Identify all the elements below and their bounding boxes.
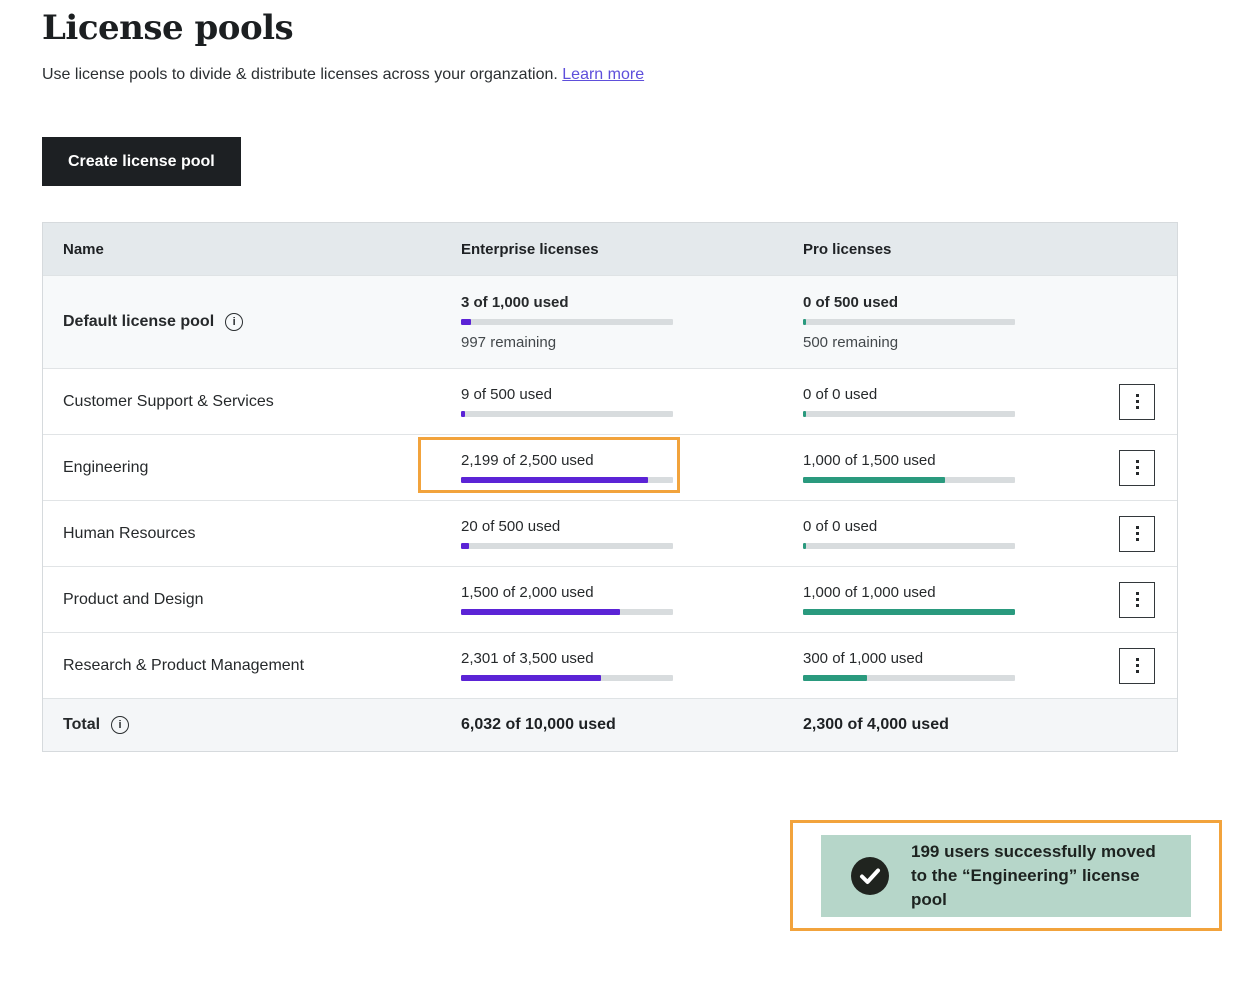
enterprise-usage-cell: 2,199 of 2,500 used bbox=[441, 452, 783, 483]
enterprise-usage-label: 2,301 of 3,500 used bbox=[461, 650, 783, 667]
pool-name: Human Resources bbox=[63, 525, 196, 543]
pool-name: Research & Product Management bbox=[63, 657, 304, 675]
column-header-name: Name bbox=[43, 241, 441, 258]
enterprise-usage-bar bbox=[461, 675, 673, 681]
total-enterprise-value: 6,032 of 10,000 used bbox=[441, 716, 783, 734]
table-row-engineering: Engineering 2,199 of 2,500 used 1,000 of… bbox=[43, 434, 1177, 500]
table-row-research-product-mgmt: Research & Product Management 2,301 of 3… bbox=[43, 632, 1177, 698]
row-actions-kebab-button[interactable] bbox=[1119, 516, 1155, 552]
enterprise-usage-bar bbox=[461, 411, 673, 417]
toast-message: 199 users successfully moved to the “Eng… bbox=[911, 840, 1173, 912]
pro-usage-bar bbox=[803, 319, 1015, 325]
success-toast: 199 users successfully moved to the “Eng… bbox=[821, 835, 1191, 917]
enterprise-usage-bar bbox=[461, 477, 673, 483]
total-label: Total bbox=[63, 716, 100, 734]
column-header-enterprise: Enterprise licenses bbox=[441, 241, 783, 258]
info-icon[interactable]: i bbox=[225, 313, 243, 331]
enterprise-usage-label: 1,500 of 2,000 used bbox=[461, 584, 783, 601]
row-actions-kebab-button[interactable] bbox=[1119, 384, 1155, 420]
pool-name: Product and Design bbox=[63, 591, 204, 609]
create-license-pool-button[interactable]: Create license pool bbox=[42, 137, 241, 186]
page-subtitle: Use license pools to divide & distribute… bbox=[42, 66, 644, 84]
pro-usage-bar bbox=[803, 675, 1015, 681]
pro-usage-bar bbox=[803, 609, 1015, 615]
total-pro-value: 2,300 of 4,000 used bbox=[783, 716, 1093, 734]
pool-name: Default license pool bbox=[63, 313, 214, 331]
enterprise-usage-bar-fill bbox=[461, 319, 471, 325]
enterprise-usage-bar-fill bbox=[461, 477, 648, 483]
pro-usage-label: 0 of 0 used bbox=[803, 518, 1093, 535]
pro-usage-bar-fill bbox=[803, 319, 806, 325]
pro-usage-bar bbox=[803, 477, 1015, 483]
enterprise-usage-bar-fill bbox=[461, 675, 601, 681]
enterprise-usage-label: 2,199 of 2,500 used bbox=[461, 452, 783, 469]
pro-usage-cell: 1,000 of 1,000 used bbox=[783, 584, 1093, 615]
table-row-default-pool: Default license pool i 3 of 1,000 used 9… bbox=[43, 275, 1177, 368]
enterprise-usage-cell: 2,301 of 3,500 used bbox=[441, 650, 783, 681]
pro-usage-bar bbox=[803, 543, 1015, 549]
pool-name: Customer Support & Services bbox=[63, 393, 274, 411]
learn-more-link[interactable]: Learn more bbox=[562, 66, 644, 83]
pro-usage-bar-fill bbox=[803, 609, 1015, 615]
row-actions-kebab-button[interactable] bbox=[1119, 582, 1155, 618]
pro-usage-label: 300 of 1,000 used bbox=[803, 650, 1093, 667]
page-title: License pools bbox=[42, 8, 293, 48]
enterprise-usage-label: 3 of 1,000 used bbox=[461, 294, 783, 311]
pro-usage-bar-fill bbox=[803, 675, 867, 681]
pro-remaining-label: 500 remaining bbox=[803, 334, 1093, 351]
pool-name: Engineering bbox=[63, 459, 148, 477]
enterprise-usage-label: 9 of 500 used bbox=[461, 386, 783, 403]
license-pools-page: License pools Use license pools to divid… bbox=[0, 0, 1238, 982]
pro-usage-label: 1,000 of 1,000 used bbox=[803, 584, 1093, 601]
enterprise-usage-label: 20 of 500 used bbox=[461, 518, 783, 535]
enterprise-usage-bar-fill bbox=[461, 609, 620, 615]
pro-usage-cell: 0 of 0 used bbox=[783, 518, 1093, 549]
annotation-highlight-toast: 199 users successfully moved to the “Eng… bbox=[790, 820, 1222, 931]
pro-usage-cell: 0 of 500 used 500 remaining bbox=[783, 294, 1093, 351]
pro-usage-label: 0 of 0 used bbox=[803, 386, 1093, 403]
enterprise-usage-cell: 3 of 1,000 used 997 remaining bbox=[441, 294, 783, 351]
info-icon[interactable]: i bbox=[111, 716, 129, 734]
pro-usage-bar-fill bbox=[803, 411, 806, 417]
pool-name-cell: Default license pool i bbox=[43, 313, 441, 331]
enterprise-usage-cell: 1,500 of 2,000 used bbox=[441, 584, 783, 615]
pro-usage-bar bbox=[803, 411, 1015, 417]
table-row-human-resources: Human Resources 20 of 500 used 0 of 0 us… bbox=[43, 500, 1177, 566]
row-actions-kebab-button[interactable] bbox=[1119, 450, 1155, 486]
table-header-row: Name Enterprise licenses Pro licenses bbox=[43, 223, 1177, 275]
enterprise-usage-bar bbox=[461, 319, 673, 325]
pro-usage-bar-fill bbox=[803, 477, 945, 483]
enterprise-usage-cell: 9 of 500 used bbox=[441, 386, 783, 417]
check-circle-icon bbox=[851, 857, 889, 895]
enterprise-remaining-label: 997 remaining bbox=[461, 334, 783, 351]
table-row-total: Total i 6,032 of 10,000 used 2,300 of 4,… bbox=[43, 698, 1177, 751]
enterprise-usage-bar-fill bbox=[461, 543, 469, 549]
subtitle-text: Use license pools to divide & distribute… bbox=[42, 66, 558, 83]
pro-usage-cell: 300 of 1,000 used bbox=[783, 650, 1093, 681]
enterprise-usage-bar bbox=[461, 543, 673, 549]
pro-usage-bar-fill bbox=[803, 543, 806, 549]
pro-usage-label: 0 of 500 used bbox=[803, 294, 1093, 311]
pro-usage-cell: 1,000 of 1,500 used bbox=[783, 452, 1093, 483]
pro-usage-cell: 0 of 0 used bbox=[783, 386, 1093, 417]
column-header-pro: Pro licenses bbox=[783, 241, 1093, 258]
pro-usage-label: 1,000 of 1,500 used bbox=[803, 452, 1093, 469]
table-row-product-design: Product and Design 1,500 of 2,000 used 1… bbox=[43, 566, 1177, 632]
enterprise-usage-bar-fill bbox=[461, 411, 465, 417]
total-name-cell: Total i bbox=[43, 716, 441, 734]
enterprise-usage-bar bbox=[461, 609, 673, 615]
enterprise-usage-cell: 20 of 500 used bbox=[441, 518, 783, 549]
table-row-customer-support: Customer Support & Services 9 of 500 use… bbox=[43, 368, 1177, 434]
row-actions-kebab-button[interactable] bbox=[1119, 648, 1155, 684]
license-pool-table: Name Enterprise licenses Pro licenses De… bbox=[42, 222, 1178, 752]
